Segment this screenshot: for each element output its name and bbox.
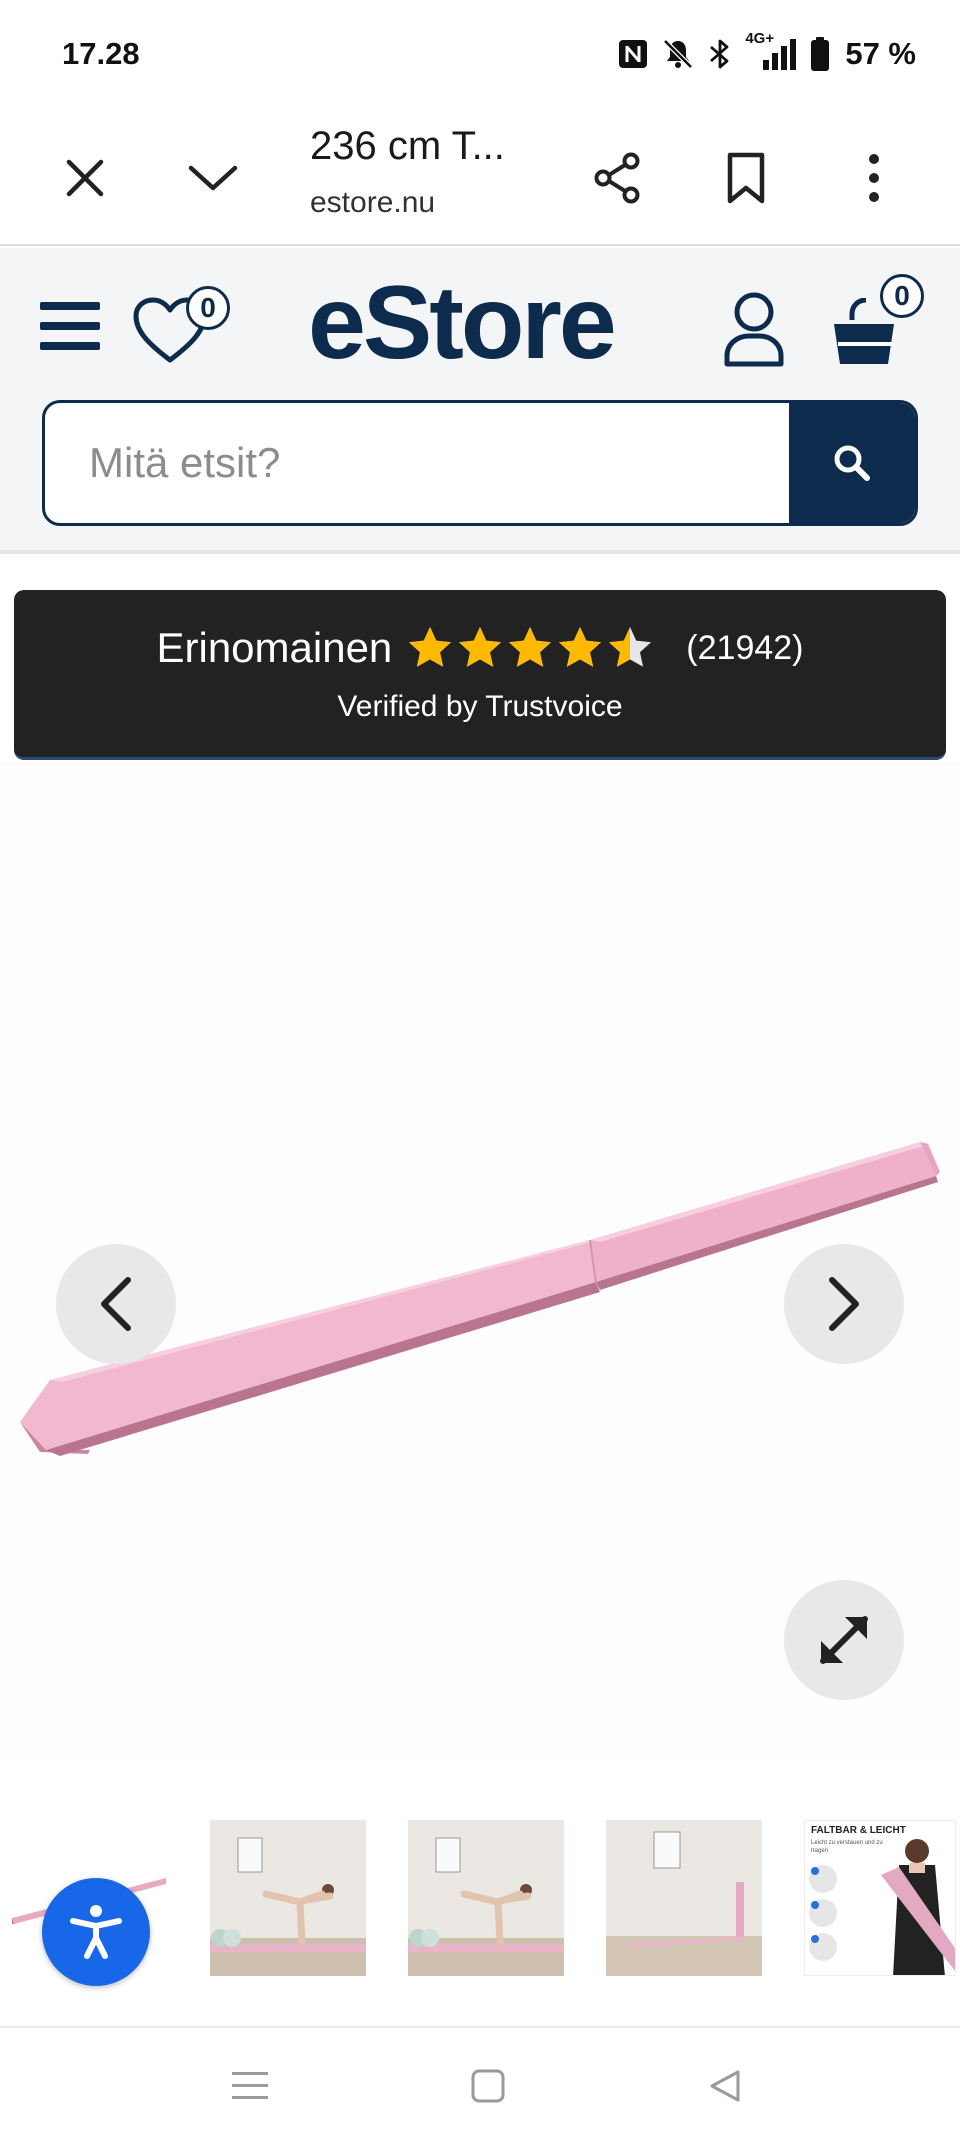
folding-thumbnail-image bbox=[809, 1839, 955, 1975]
chevron-down-icon bbox=[188, 165, 238, 191]
tab-url[interactable]: estore.nu bbox=[310, 186, 435, 220]
recents-icon bbox=[232, 2072, 268, 2099]
system-navigation-bar bbox=[0, 2026, 960, 2144]
previous-image-button[interactable] bbox=[56, 1244, 176, 1364]
home-icon bbox=[471, 2069, 505, 2103]
back-icon bbox=[710, 2070, 740, 2102]
hamburger-icon bbox=[40, 302, 100, 350]
product-gallery bbox=[0, 762, 960, 1762]
close-tab-button[interactable] bbox=[45, 138, 125, 218]
yoga-thumbnail-image bbox=[408, 1820, 564, 1976]
user-icon bbox=[724, 292, 784, 367]
share-icon bbox=[594, 152, 640, 204]
recent-apps-button[interactable] bbox=[218, 2054, 282, 2118]
trustvoice-banner[interactable]: Erinomainen (21942) Verified by Trustvoi… bbox=[14, 590, 946, 760]
signal-icon: 4G+ bbox=[745, 30, 797, 72]
search-icon bbox=[834, 445, 870, 481]
back-button[interactable] bbox=[692, 2054, 756, 2118]
close-icon bbox=[66, 159, 104, 197]
site-header: 0 eStore 0 bbox=[0, 248, 960, 554]
rating-label: Erinomainen bbox=[156, 624, 393, 671]
review-count: (21942) bbox=[686, 628, 804, 667]
status-bar: 17.28 4G+ 57 % bbox=[0, 0, 960, 110]
cart-count-badge: 0 bbox=[880, 274, 924, 318]
star-icon bbox=[559, 627, 602, 667]
thumbnail-5[interactable]: FALTBAR & LEICHT Leicht zu verstauen und… bbox=[804, 1820, 956, 1976]
chevron-right-icon bbox=[829, 1277, 859, 1331]
accessibility-button[interactable] bbox=[42, 1878, 150, 1986]
search-input[interactable] bbox=[45, 403, 793, 523]
room-thumbnail-image bbox=[606, 1820, 762, 1976]
share-button[interactable] bbox=[578, 138, 658, 218]
trust-rating-row: Erinomainen (21942) bbox=[14, 616, 946, 680]
yoga-thumbnail-image bbox=[210, 1820, 366, 1976]
bluetooth-icon bbox=[707, 37, 733, 71]
status-icons: 4G+ 57 % bbox=[617, 30, 916, 74]
wishlist-count-badge: 0 bbox=[186, 286, 230, 330]
bookmark-button[interactable] bbox=[706, 138, 786, 218]
star-icon bbox=[609, 627, 652, 667]
more-options-button[interactable] bbox=[834, 138, 914, 218]
next-image-button[interactable] bbox=[784, 1244, 904, 1364]
estore-logo[interactable]: eStore bbox=[308, 264, 617, 383]
search-bar bbox=[42, 400, 918, 526]
cart-button[interactable]: 0 bbox=[830, 268, 936, 376]
thumbnail-4[interactable] bbox=[606, 1820, 762, 1976]
nfc-icon bbox=[617, 38, 649, 70]
chevron-left-icon bbox=[101, 1277, 131, 1331]
star-icon bbox=[459, 627, 502, 667]
bell-off-icon bbox=[661, 37, 695, 71]
account-button[interactable] bbox=[718, 284, 790, 374]
expand-icon bbox=[820, 1616, 868, 1664]
fullscreen-button[interactable] bbox=[784, 1580, 904, 1700]
more-vertical-icon bbox=[869, 154, 879, 202]
search-button[interactable] bbox=[789, 403, 915, 523]
star-icon bbox=[509, 627, 552, 667]
wishlist-button[interactable]: 0 bbox=[128, 282, 238, 372]
accessibility-icon bbox=[70, 1905, 122, 1959]
verified-by-text: Verified by Trustvoice bbox=[337, 690, 623, 723]
minimize-button[interactable] bbox=[173, 138, 253, 218]
browser-toolbar: 236 cm T... estore.nu bbox=[0, 110, 960, 246]
home-button[interactable] bbox=[456, 2054, 520, 2118]
menu-button[interactable] bbox=[36, 288, 104, 364]
star-icon bbox=[409, 627, 452, 667]
thumbnail-3[interactable] bbox=[408, 1820, 564, 1976]
tab-title[interactable]: 236 cm T... bbox=[310, 124, 505, 169]
thumbnail-2[interactable] bbox=[210, 1820, 366, 1976]
battery-icon bbox=[809, 36, 831, 72]
screen: 17.28 4G+ 57 % 236 cm T... estore.nu 0 e… bbox=[0, 0, 960, 2144]
battery-level: 57 % bbox=[845, 36, 916, 71]
rating-stars bbox=[406, 624, 654, 672]
bookmark-icon bbox=[727, 152, 765, 204]
status-time: 17.28 bbox=[62, 36, 140, 71]
